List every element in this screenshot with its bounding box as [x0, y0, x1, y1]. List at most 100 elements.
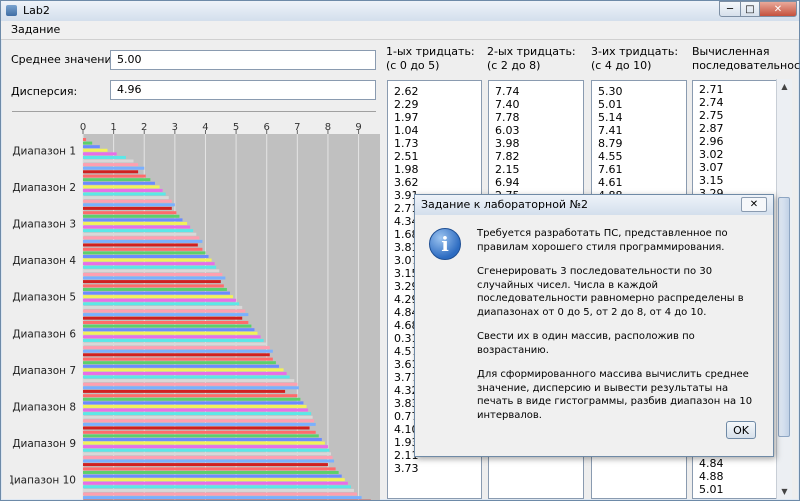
histogram-bar: [83, 404, 307, 408]
histogram-bar: [83, 415, 313, 419]
histogram-bar: [83, 386, 299, 390]
mean-field[interactable]: 5.00: [110, 50, 376, 70]
histogram-bar: [83, 236, 200, 240]
list-value[interactable]: 5.30: [598, 85, 686, 98]
x-tick-label: 3: [172, 122, 178, 133]
histogram-bar: [83, 305, 243, 309]
histogram-bar: [83, 342, 267, 346]
list-value[interactable]: 5.01: [598, 98, 686, 111]
dialog-paragraph: Свести их в один массив, расположив по в…: [477, 331, 695, 356]
close-window-button[interactable]: ✕: [759, 1, 797, 17]
histogram-bar: [83, 412, 312, 416]
histogram-bar: [83, 170, 139, 174]
x-tick-label: 5: [233, 122, 239, 133]
histogram-bar: [83, 188, 163, 192]
col4-header: Вычисленная последовательность:: [692, 45, 800, 73]
list-value[interactable]: 2.71: [699, 83, 776, 96]
dialog-title-bar[interactable]: Задание к лабораторной №2 ✕: [415, 195, 773, 215]
col2-header-line2: (с 2 до 8): [487, 59, 541, 72]
list-value[interactable]: 7.40: [495, 98, 583, 111]
histogram-bar: [83, 159, 134, 163]
separator: [12, 111, 376, 112]
histogram-bar: [83, 394, 298, 398]
list-value[interactable]: 3.73: [394, 462, 481, 475]
col1-header-line1: 1-ых тридцать:: [386, 45, 475, 58]
histogram-bar: [83, 225, 191, 229]
list-value[interactable]: 3.15: [699, 174, 776, 187]
histogram-bar: [83, 295, 234, 299]
list-value[interactable]: 2.62: [394, 85, 481, 98]
histogram-bar: [83, 441, 325, 445]
histogram-bar: [83, 338, 264, 342]
histogram-bar: [83, 459, 335, 463]
histogram-bar: [83, 178, 151, 182]
list-value[interactable]: 5.14: [598, 111, 686, 124]
list-value[interactable]: 7.82: [495, 150, 583, 163]
list-value[interactable]: 3.02: [699, 148, 776, 161]
list-value[interactable]: 2.75: [699, 109, 776, 122]
histogram-bar: [83, 470, 339, 474]
category-label: Диапазон 3: [12, 219, 76, 231]
histogram-bar: [83, 335, 261, 339]
x-tick-label: 8: [325, 122, 331, 133]
dialog-close-button[interactable]: ✕: [741, 197, 767, 212]
histogram-bar: [83, 218, 183, 222]
list-value[interactable]: 3.98: [495, 137, 583, 150]
histogram-bar: [83, 221, 188, 225]
title-bar[interactable]: Lab2 ─ □ ✕: [1, 1, 799, 21]
ok-button[interactable]: OK: [726, 421, 756, 439]
histogram-bar: [83, 382, 298, 386]
histogram-bar: [83, 474, 342, 478]
menu-task[interactable]: Задание: [11, 23, 60, 36]
mean-label: Среднее значение:: [11, 53, 123, 66]
minimize-button[interactable]: ─: [719, 1, 741, 17]
list-value[interactable]: 8.79: [598, 137, 686, 150]
histogram-bar: [83, 361, 276, 365]
histogram-bar: [83, 155, 126, 159]
list-value[interactable]: 1.97: [394, 111, 481, 124]
scroll-thumb[interactable]: [778, 197, 790, 437]
list-value[interactable]: 4.61: [598, 176, 686, 189]
list-value[interactable]: 2.51: [394, 150, 481, 163]
list-value[interactable]: 2.74: [699, 96, 776, 109]
histogram-bar: [83, 269, 220, 273]
list-value[interactable]: 4.55: [598, 150, 686, 163]
histogram-bar: [83, 434, 319, 438]
list-value[interactable]: 6.94: [495, 176, 583, 189]
histogram-bar: [83, 364, 279, 368]
list-value[interactable]: 1.04: [394, 124, 481, 137]
list-value[interactable]: 5.01: [699, 483, 776, 496]
histogram-bar: [83, 239, 203, 243]
x-tick-label: 7: [294, 122, 300, 133]
list-value[interactable]: 2.15: [495, 163, 583, 176]
scroll-up-icon[interactable]: ▲: [777, 79, 792, 94]
list-value[interactable]: 1.73: [394, 137, 481, 150]
list-value[interactable]: 7.78: [495, 111, 583, 124]
variance-field[interactable]: 4.96: [110, 80, 376, 100]
histogram-bar: [83, 316, 243, 320]
maximize-button[interactable]: □: [740, 1, 760, 17]
dialog-paragraph: Сгенерировать 3 последовательности по 30…: [477, 266, 744, 318]
histogram-bar: [83, 467, 336, 471]
histogram-bar: [83, 463, 328, 467]
histogram-bar: [83, 203, 175, 207]
col4-header-line2: последовательность:: [692, 59, 800, 72]
main-window: Lab2 ─ □ ✕ Задание Среднее значение: 5.0…: [0, 0, 800, 501]
list-value[interactable]: 7.41: [598, 124, 686, 137]
scroll-down-icon[interactable]: ▼: [777, 484, 792, 499]
list-value[interactable]: 2.96: [699, 135, 776, 148]
x-tick-label: 9: [355, 122, 361, 133]
list-value[interactable]: 3.07: [699, 161, 776, 174]
histogram-bar: [83, 452, 332, 456]
list-value[interactable]: 1.98: [394, 163, 481, 176]
list-value[interactable]: 4.88: [699, 470, 776, 483]
list-value[interactable]: 7.61: [598, 163, 686, 176]
list-value[interactable]: 4.84: [699, 457, 776, 470]
vertical-scrollbar[interactable]: ▲ ▼: [776, 79, 792, 499]
list-value[interactable]: 2.29: [394, 98, 481, 111]
list-value[interactable]: 2.87: [699, 122, 776, 135]
list-value[interactable]: 7.74: [495, 85, 583, 98]
list-value[interactable]: 3.62: [394, 176, 481, 189]
list-value[interactable]: 6.03: [495, 124, 583, 137]
java-app-icon: [6, 5, 17, 16]
